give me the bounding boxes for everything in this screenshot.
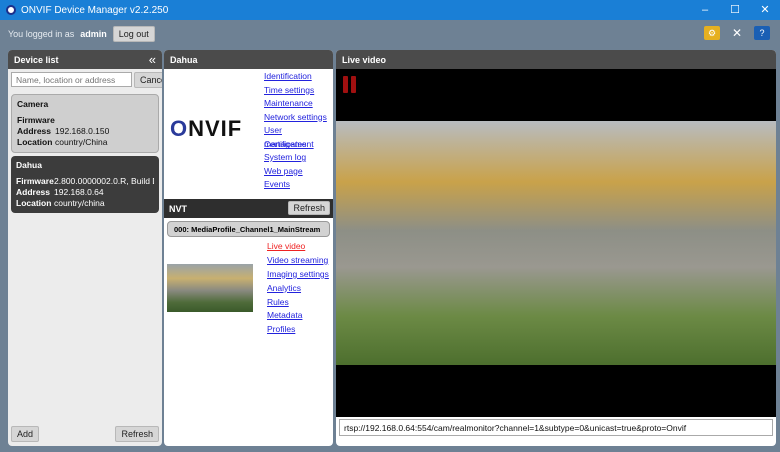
video-thumbnail (167, 264, 253, 312)
tools-icon[interactable]: ✕ (729, 26, 745, 40)
link-analytics[interactable]: Analytics (267, 282, 329, 296)
location-label: Location (17, 137, 53, 147)
link-web-page[interactable]: Web page (264, 165, 333, 179)
app-logo-icon (6, 5, 16, 15)
link-network-settings[interactable]: Network settings (264, 111, 333, 125)
link-rules[interactable]: Rules (267, 296, 329, 310)
refresh-devices-button[interactable]: Refresh (115, 426, 159, 442)
logged-in-label: You logged in as (8, 29, 75, 39)
link-live-video[interactable]: Live video (267, 240, 329, 254)
address-value: 192.168.0.150 (55, 126, 110, 136)
logout-button[interactable]: Log out (112, 26, 155, 42)
minimize-button[interactable]: – (690, 0, 720, 20)
device-panel: Dahua ONVIF Identification Time settings… (164, 50, 333, 446)
video-frame (336, 121, 776, 365)
add-device-button[interactable]: Add (11, 426, 40, 442)
nvt-header: NVT Refresh (164, 199, 333, 218)
link-identification[interactable]: Identification (264, 70, 333, 84)
nvt-refresh-button[interactable]: Refresh (288, 201, 330, 215)
link-system-log[interactable]: System log (264, 151, 333, 165)
video-player[interactable] (336, 69, 776, 417)
link-profiles[interactable]: Profiles (267, 323, 329, 337)
pause-icon[interactable] (343, 76, 356, 93)
link-certificates[interactable]: Certificates (264, 138, 333, 152)
stream-url-field[interactable]: rtsp://192.168.0.64:554/cam/realmonitor?… (339, 419, 773, 436)
profile-links: Live video Video streaming Imaging setti… (267, 240, 329, 337)
device-item-camera[interactable]: Camera Firmware Address 192.168.0.150 Loc… (11, 94, 159, 153)
device-name: Dahua (16, 160, 42, 170)
link-video-streaming[interactable]: Video streaming (267, 254, 329, 268)
device-list-panel: Device list « Cancel Camera Firmware Add… (8, 50, 162, 446)
firmware-label: Firmware (16, 176, 54, 186)
device-search-input[interactable] (11, 72, 132, 87)
link-events[interactable]: Events (264, 178, 333, 192)
location-value: country/China (55, 137, 108, 147)
live-video-panel: Live video rtsp://192.168.0.64:554/cam/r… (336, 50, 776, 446)
firmware-label: Firmware (17, 115, 55, 125)
user-bar: You logged in as admin Log out (8, 26, 155, 42)
help-book-icon[interactable]: ? (754, 26, 770, 40)
close-button[interactable]: ✕ (750, 0, 780, 20)
username: admin (80, 29, 107, 39)
device-name: Camera (17, 99, 49, 109)
window-title: ONVIF Device Manager v2.2.250 (21, 4, 169, 16)
collapse-icon[interactable]: « (149, 52, 156, 67)
firmware-value: 2.800.0000002.0.R, Build Dat (54, 176, 154, 186)
media-profile[interactable]: 000: MediaProfile_Channel1_MainStream (167, 221, 330, 237)
link-time-settings[interactable]: Time settings (264, 84, 333, 98)
device-list-title: Device list (14, 55, 59, 65)
nvt-title: NVT (169, 204, 187, 214)
address-label: Address (17, 126, 52, 136)
maximize-button[interactable]: ☐ (720, 0, 750, 20)
location-value: country/china (54, 198, 105, 208)
onvif-logo: ONVIF (170, 116, 243, 141)
device-links: Identification Time settings Maintenance… (264, 70, 333, 192)
cancel-button[interactable]: Cancel (134, 72, 162, 88)
title-bar: ONVIF Device Manager v2.2.250 – ☐ ✕ (0, 0, 780, 20)
address-value: 192.168.0.64 (54, 187, 104, 197)
location-label: Location (16, 198, 52, 208)
link-user-management[interactable]: User management (264, 124, 333, 149)
link-imaging-settings[interactable]: Imaging settings (267, 268, 329, 282)
settings-card-icon[interactable]: ⚙ (704, 26, 720, 40)
live-video-title: Live video (336, 50, 776, 69)
link-maintenance[interactable]: Maintenance (264, 97, 333, 111)
address-label: Address (16, 187, 51, 197)
device-title: Dahua (164, 50, 333, 69)
device-item-dahua[interactable]: Dahua Firmware2.800.0000002.0.R, Build D… (11, 156, 159, 213)
link-metadata[interactable]: Metadata (267, 309, 329, 323)
